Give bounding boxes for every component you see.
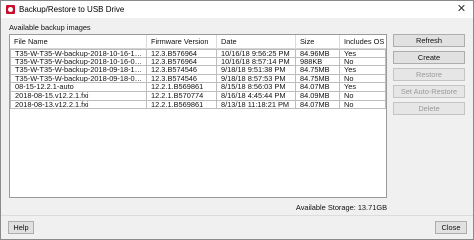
size-cell: 988KB bbox=[296, 57, 340, 67]
table-row[interactable]: T35-W-T35-W-backup-2018-09-18-14-48-3...… bbox=[10, 66, 386, 75]
footer-divider bbox=[1, 215, 473, 216]
firmware-version-cell: 12.3.B576964 bbox=[147, 57, 217, 67]
size-cell: 84.75MB bbox=[296, 74, 340, 84]
delete-button[interactable]: Delete bbox=[393, 102, 465, 115]
firmware-version-cell: 12.2.1.B569861 bbox=[147, 100, 217, 110]
size-cell: 84.96MB bbox=[296, 49, 340, 58]
table-row[interactable]: 2018-08-13.v12.2.1.fxi 12.2.1.B569861 8/13… bbox=[10, 100, 386, 110]
column-header-size[interactable]: Size bbox=[296, 35, 340, 49]
refresh-button[interactable]: Refresh bbox=[393, 34, 465, 47]
table-row[interactable]: T35-W-T35-W-backup-2018-10-16-01-56-5...… bbox=[10, 57, 386, 67]
includes-os-cell: Yes bbox=[340, 66, 386, 75]
size-cell: 84.75MB bbox=[296, 66, 340, 75]
firmware-version-cell: 12.2.1.B570774 bbox=[147, 91, 217, 101]
close-button[interactable]: Close bbox=[435, 221, 467, 234]
set-auto-restore-button[interactable]: Set Auto-Restore bbox=[393, 85, 465, 98]
date-cell: 10/16/18 8:57:14 PM bbox=[217, 57, 296, 67]
column-header-firmware-version[interactable]: Firmware Version bbox=[147, 35, 217, 49]
date-cell: 8/13/18 11:18:21 PM bbox=[217, 100, 296, 110]
firmware-version-cell: 12.3.B576964 bbox=[147, 49, 217, 58]
includes-os-cell: Yes bbox=[340, 49, 386, 58]
window-title: Backup/Restore to USB Drive bbox=[19, 5, 125, 14]
table-row[interactable]: 08-15-12.2.1-auto 12.2.1.B569861 8/15/18 8… bbox=[10, 83, 386, 92]
file-name-cell: 2018-08-15.v12.2.1.fxi bbox=[10, 91, 147, 101]
file-name-cell: 08-15-12.2.1-auto bbox=[10, 83, 147, 92]
includes-os-cell: No bbox=[340, 57, 386, 67]
backup-images-label: Available backup images bbox=[9, 23, 91, 32]
firmware-version-cell: 12.2.1.B569861 bbox=[147, 83, 217, 92]
firmware-version-cell: 12.3.B574546 bbox=[147, 74, 217, 84]
title-bar: Backup/Restore to USB Drive ✕ bbox=[1, 1, 473, 18]
backup-restore-dialog: Backup/Restore to USB Drive ✕ Available … bbox=[0, 0, 474, 240]
column-header-date[interactable]: Date bbox=[217, 35, 296, 49]
date-cell: 9/18/18 8:57:53 PM bbox=[217, 74, 296, 84]
size-cell: 84.09MB bbox=[296, 91, 340, 101]
file-name-cell: 2018-08-13.v12.2.1.fxi bbox=[10, 100, 147, 110]
file-name-cell: T35-W-T35-W-backup-2018-09-18-14-48-3... bbox=[10, 66, 147, 75]
size-cell: 84.07MB bbox=[296, 100, 340, 110]
column-header-includes-os[interactable]: Includes OS bbox=[340, 35, 386, 49]
includes-os-cell: No bbox=[340, 91, 386, 101]
table-row[interactable]: T35-W-T35-W-backup-2018-10-16-14-53-1...… bbox=[10, 49, 386, 58]
date-cell: 8/15/18 8:56:03 PM bbox=[217, 83, 296, 92]
date-cell: 9/18/18 9:51:38 PM bbox=[217, 66, 296, 75]
table-row[interactable]: T35-W-T35-W-backup-2018-09-18-01-54-0...… bbox=[10, 74, 386, 84]
file-name-cell: T35-W-T35-W-backup-2018-10-16-01-56-5... bbox=[10, 57, 147, 67]
restore-button[interactable]: Restore bbox=[393, 68, 465, 81]
includes-os-cell: Yes bbox=[340, 83, 386, 92]
file-name-cell: T35-W-T35-W-backup-2018-09-18-01-54-0... bbox=[10, 74, 147, 84]
column-header-file-name[interactable]: File Name bbox=[10, 35, 147, 49]
date-cell: 10/16/18 9:56:25 PM bbox=[217, 49, 296, 58]
table-body: T35-W-T35-W-backup-2018-10-16-14-53-1...… bbox=[10, 49, 386, 110]
backup-images-table: File Name Firmware Version Date Size Inc… bbox=[9, 34, 387, 198]
app-logo-icon bbox=[6, 5, 15, 14]
create-button[interactable]: Create bbox=[393, 51, 465, 64]
action-buttons: Refresh Create Restore Set Auto-Restore … bbox=[393, 34, 465, 119]
size-cell: 84.07MB bbox=[296, 83, 340, 92]
date-cell: 8/16/18 4:45:44 PM bbox=[217, 91, 296, 101]
help-button[interactable]: Help bbox=[8, 221, 34, 234]
table-row[interactable]: 2018-08-15.v12.2.1.fxi 12.2.1.B570774 8/16… bbox=[10, 91, 386, 101]
includes-os-cell: No bbox=[340, 100, 386, 110]
available-storage-label: Available Storage: 13.71GB bbox=[295, 203, 387, 212]
close-icon[interactable]: ✕ bbox=[455, 3, 468, 16]
includes-os-cell: No bbox=[340, 74, 386, 84]
firmware-version-cell: 12.3.B574546 bbox=[147, 66, 217, 75]
file-name-cell: T35-W-T35-W-backup-2018-10-16-14-53-1... bbox=[10, 49, 147, 58]
table-header: File Name Firmware Version Date Size Inc… bbox=[10, 35, 386, 49]
